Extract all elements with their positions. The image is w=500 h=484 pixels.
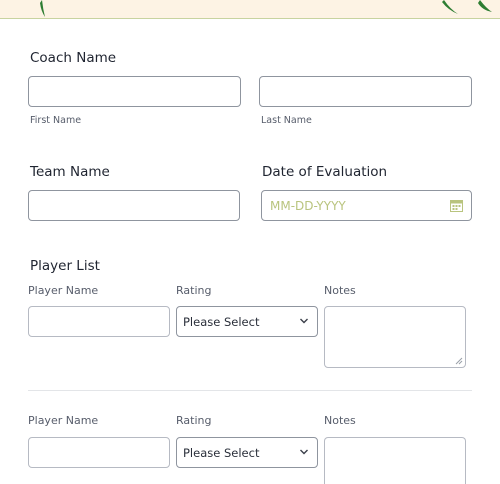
player-name-column-label: Player Name (28, 284, 99, 297)
player-list-label: Player List (30, 258, 100, 274)
banner-leaf-left-icon (40, 0, 45, 17)
banner-leaf-right-icon (442, 0, 492, 14)
chevron-down-icon (300, 318, 308, 324)
notes-textarea[interactable] (324, 437, 466, 484)
chevron-down-icon (300, 449, 308, 455)
rating-select-value: Please Select (183, 315, 260, 329)
player-name-input[interactable] (28, 306, 170, 337)
resize-grip-icon[interactable] (455, 357, 463, 365)
date-input[interactable]: MM-DD-YYYY (261, 190, 472, 221)
team-name-input[interactable] (28, 190, 240, 221)
rating-column-label: Rating (176, 414, 212, 427)
first-name-input[interactable] (28, 76, 241, 107)
date-of-evaluation-label: Date of Evaluation (262, 164, 388, 180)
date-placeholder: MM-DD-YYYY (270, 199, 346, 213)
header-banner (0, 0, 500, 19)
notes-column-label: Notes (324, 284, 356, 297)
rating-column-label: Rating (176, 284, 212, 297)
first-name-sublabel: First Name (30, 115, 82, 126)
team-name-label: Team Name (30, 164, 110, 180)
calendar-icon[interactable] (450, 199, 463, 212)
notes-column-label: Notes (324, 414, 356, 427)
notes-textarea[interactable] (324, 306, 466, 368)
last-name-input[interactable] (259, 76, 472, 107)
rating-select[interactable]: Please Select (176, 437, 318, 468)
row-divider (28, 390, 472, 391)
player-name-column-label: Player Name (28, 414, 99, 427)
player-name-input[interactable] (28, 437, 170, 468)
last-name-sublabel: Last Name (261, 115, 312, 126)
rating-select-value: Please Select (183, 446, 260, 460)
rating-select[interactable]: Please Select (176, 306, 318, 337)
coach-name-label: Coach Name (30, 50, 117, 66)
